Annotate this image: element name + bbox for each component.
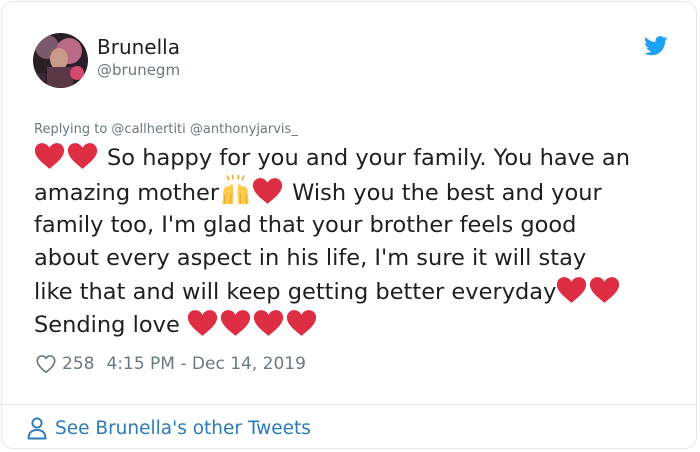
- tweet-line: like that and will keep getting better e…: [34, 276, 674, 309]
- tweet-card: Brunella @brunegm Replying to @callherti…: [1, 1, 697, 449]
- like-count[interactable]: 258: [62, 354, 94, 374]
- tweet-text-segment: Sending love: [34, 311, 180, 338]
- author-handle[interactable]: @brunegm: [97, 61, 180, 79]
- tweet-line: So happy for you and your family. You ha…: [34, 142, 674, 175]
- avatar[interactable]: [33, 33, 88, 88]
- tweet-text: So happy for you and your family. You ha…: [34, 142, 674, 342]
- timestamp[interactable]: 4:15 PM - Dec 14, 2019: [106, 354, 305, 374]
- tweet-text-segment: like that and will keep getting better e…: [34, 278, 557, 305]
- red-heart-emoji-icon: [253, 309, 284, 337]
- red-heart-emoji-icon: [556, 276, 587, 304]
- see-other-tweets-label[interactable]: See Brunella's other Tweets: [55, 418, 311, 439]
- tweet-line: family too, I'm glad that your brother f…: [34, 211, 577, 238]
- tweet-line: about every aspect in his life, I'm sure…: [34, 245, 587, 272]
- red-heart-emoji-icon: [252, 177, 283, 205]
- tweet-text-segment: amazing mother: [34, 180, 220, 207]
- red-heart-emoji-icon: [67, 142, 98, 170]
- tweet-line: amazing mother Wish you the best and you…: [34, 175, 674, 208]
- raising-hands-emoji-icon: [222, 175, 249, 205]
- red-heart-emoji-icon: [286, 309, 317, 337]
- twitter-bird-icon[interactable]: [644, 36, 668, 56]
- red-heart-emoji-icon: [34, 142, 65, 170]
- red-heart-emoji-icon: [187, 309, 218, 337]
- tweet-text-segment: So happy for you and your family. You ha…: [107, 145, 630, 171]
- footer-divider: [2, 404, 696, 405]
- red-heart-emoji-icon: [220, 309, 251, 337]
- replying-to-line[interactable]: Replying to @callhertiti @anthonyjarvis_: [34, 122, 298, 137]
- see-other-tweets-link[interactable]: See Brunella's other Tweets: [26, 416, 311, 440]
- avatar-photo-icon: [33, 33, 88, 88]
- tweet-meta: 258 4:15 PM - Dec 14, 2019: [35, 353, 306, 375]
- author-name[interactable]: Brunella: [97, 35, 180, 59]
- tweet-text-segment: Wish you the best and your: [292, 180, 602, 207]
- tweet-line: Sending love: [34, 309, 674, 342]
- like-heart-icon[interactable]: [35, 353, 57, 375]
- person-icon: [27, 417, 47, 440]
- red-heart-emoji-icon: [589, 276, 620, 304]
